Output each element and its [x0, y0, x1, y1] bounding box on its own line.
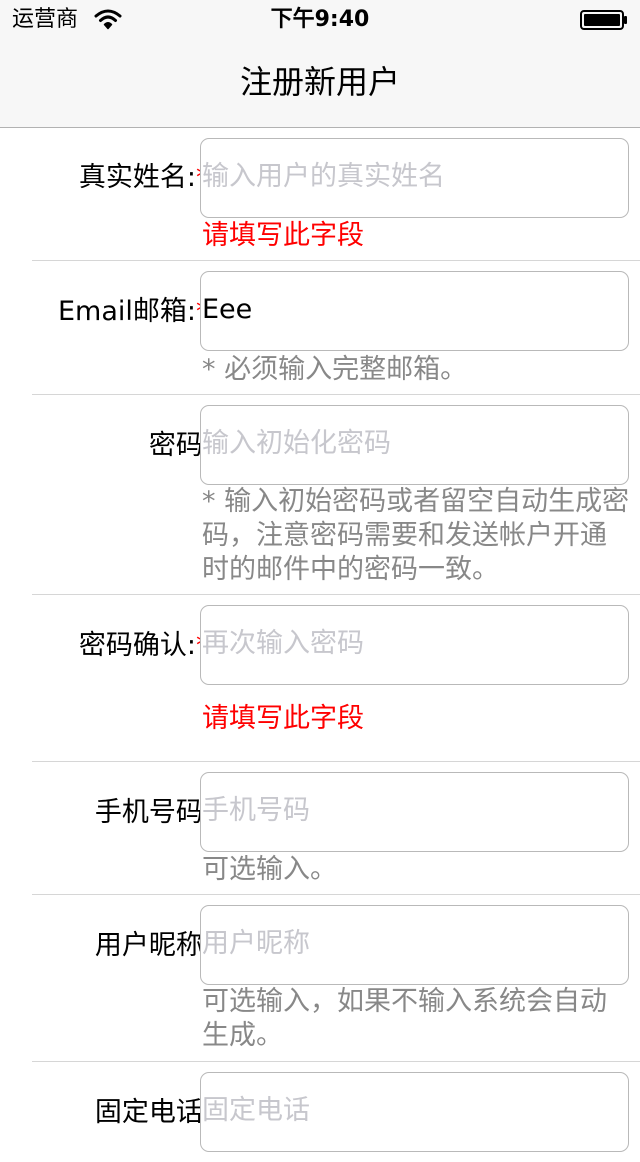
password-confirm-placeholder: 再次输入密码 — [202, 628, 364, 659]
real-name-error: 请填写此字段 — [202, 220, 364, 251]
email-hint: * 必须输入完整邮箱。 — [202, 354, 468, 385]
password-label: 密码: — [148, 430, 212, 461]
real-name-label: 真实姓名:* — [0, 160, 212, 196]
form-row-nickname: 用户昵称: 用户昵称 可选输入，如果不输入系统会自动生成。 — [32, 895, 640, 1062]
status-time: 下午9:40 — [270, 7, 370, 32]
mobile-label: 手机号码: — [94, 797, 212, 828]
mobile-placeholder: 手机号码 — [202, 795, 310, 826]
status-bar: 运营商 下午9:40 — [0, 0, 640, 40]
email-value: Eee — [202, 294, 253, 325]
nickname-input[interactable]: 用户昵称 — [200, 905, 629, 985]
real-name-input[interactable]: 输入用户的真实姓名 — [200, 138, 629, 218]
nickname-hint: 可选输入，如果不输入系统会自动生成。 — [202, 986, 607, 1051]
email-input[interactable]: Eee — [200, 271, 629, 351]
form-row-email: Email邮箱:* Eee * 必须输入完整邮箱。 — [32, 261, 640, 395]
mobile-input[interactable]: 手机号码 — [200, 772, 629, 852]
nickname-placeholder: 用户昵称 — [202, 928, 310, 959]
password-confirm-error: 请填写此字段 — [202, 703, 364, 734]
mobile-hint: 可选输入。 — [202, 854, 337, 885]
landline-placeholder: 固定电话 — [202, 1095, 310, 1126]
password-placeholder: 输入初始化密码 — [202, 428, 391, 459]
form-row-password: 密码: 输入初始化密码 * 输入初始密码或者留空自动生成密码，注意密码需要和发送… — [32, 395, 640, 595]
form-row-landline: 固定电话: 固定电话 — [32, 1062, 640, 1162]
password-hint: * 输入初始密码或者留空自动生成密码，注意密码需要和发送帐户开通时的邮件中的密码… — [202, 486, 630, 585]
password-input[interactable]: 输入初始化密码 — [200, 405, 629, 485]
form-row-real-name: 真实姓名:* 输入用户的真实姓名 请填写此字段 — [32, 128, 640, 261]
password-confirm-label: 密码确认:* — [0, 628, 212, 664]
navigation-bar: 注册新用户 — [0, 40, 640, 128]
registration-form: 真实姓名:* 输入用户的真实姓名 请填写此字段 Email邮箱:* Eee * … — [0, 128, 640, 1162]
email-label: Email邮箱:* — [0, 294, 212, 330]
password-confirm-input[interactable]: 再次输入密码 — [200, 605, 629, 685]
page-title: 注册新用户 — [239, 63, 400, 101]
battery-icon — [580, 10, 627, 30]
landline-input[interactable]: 固定电话 — [200, 1072, 629, 1152]
form-row-password-confirm: 密码确认:* 再次输入密码 请填写此字段 — [32, 595, 640, 762]
nickname-label: 用户昵称: — [94, 930, 212, 961]
landline-label: 固定电话: — [94, 1097, 212, 1128]
form-row-mobile: 手机号码: 手机号码 可选输入。 — [32, 762, 640, 895]
real-name-placeholder: 输入用户的真实姓名 — [202, 161, 445, 192]
